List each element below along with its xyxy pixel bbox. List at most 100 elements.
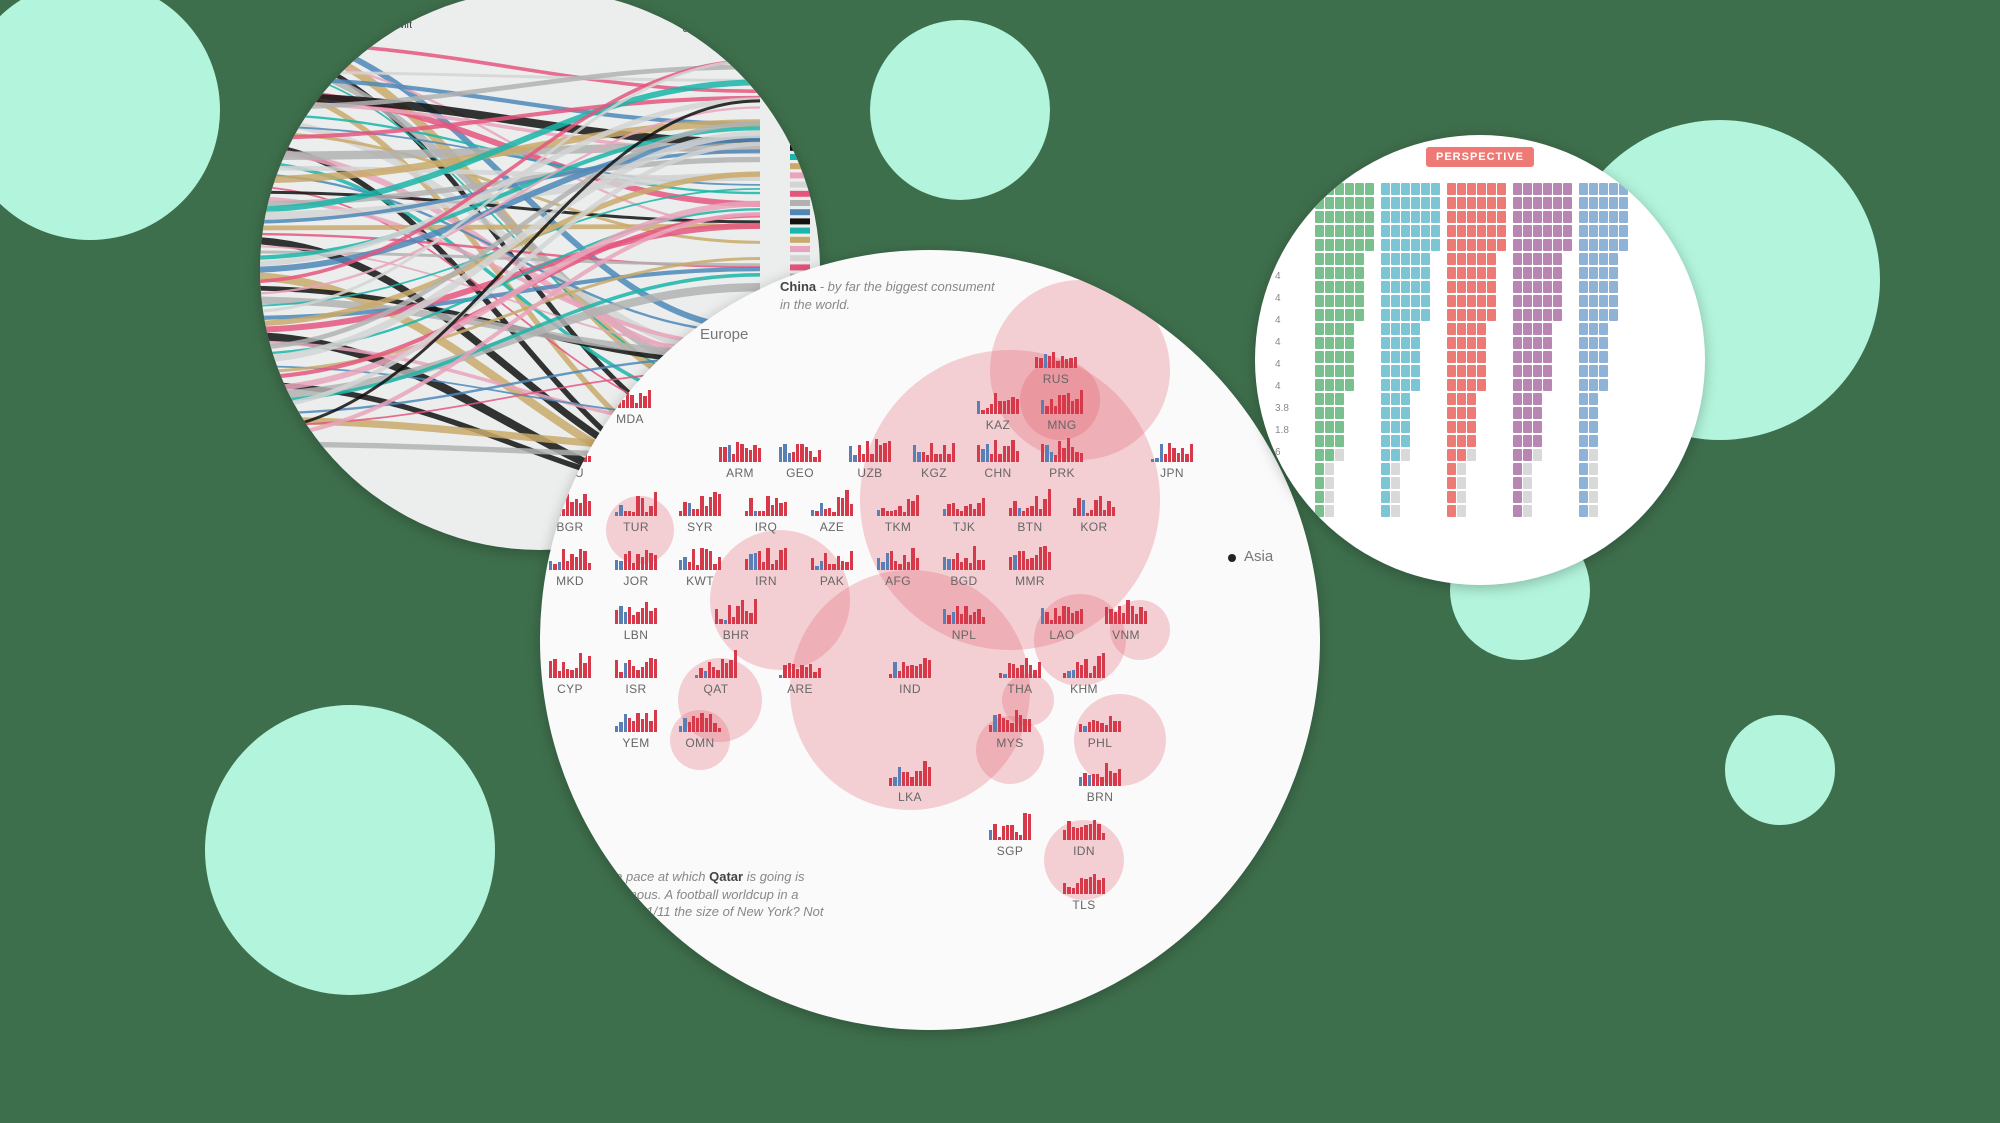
sankey-column-header: Song [774,42,804,56]
viz-bubble-map[interactable]: EuropeAsiaBLRRUSUKRMDAKAZMNGROUARMGEOUZB… [540,250,1320,1030]
country-code: AFG [868,574,928,588]
heatmap-axis-value: 3 [1275,205,1281,216]
country-cell-tjk[interactable]: TJK [934,498,994,534]
country-cell-mda[interactable]: MDA [600,390,660,426]
annotation-china: China - by far the biggest consument in … [780,278,1000,313]
sankey-word-1-label: baby [680,0,702,5]
heatmap-axis-value: 4 [1275,381,1281,392]
country-code: NPL [934,628,994,642]
heatmap-axis-value: 4 [1275,337,1281,348]
country-cell-mng[interactable]: MNG [1032,396,1092,432]
country-code: GEO [770,466,830,480]
country-code: UZB [840,466,900,480]
country-code: THA [990,682,1050,696]
mint-circle [0,0,220,240]
country-cell-yem[interactable]: YEM [606,714,666,750]
country-cell-lao[interactable]: LAO [1032,606,1092,642]
country-cell-aze[interactable]: AZE [802,498,862,534]
heatmap-axis-value: 4 [1275,271,1281,282]
country-cell-mkd[interactable]: MKD [540,552,600,588]
country-cell-jpn[interactable]: JPN [1142,444,1202,480]
country-code: LAO [1032,628,1092,642]
country-cell-bgr[interactable]: BGR [540,498,600,534]
country-code: TUR [606,520,666,534]
country-cell-tls[interactable]: TLS [1054,876,1114,912]
country-cell-phl[interactable]: PHL [1070,714,1130,750]
country-code: JOR [606,574,666,588]
sankey-caption-frag-2: try Taylor Swift [302,20,412,31]
country-cell-lbn[interactable]: LBN [606,606,666,642]
country-cell-prk[interactable]: PRK [1032,444,1092,480]
country-cell-isr[interactable]: ISR [606,660,666,696]
heatmap-axis-value: 1.8 [1275,425,1289,436]
country-cell-ind[interactable]: IND [880,660,940,696]
country-cell-tur[interactable]: TUR [606,498,666,534]
country-code: ARE [770,682,830,696]
country-cell-npl[interactable]: NPL [934,606,994,642]
country-cell-geo[interactable]: GEO [770,444,830,480]
country-cell-rou[interactable]: ROU [540,444,600,480]
country-cell-tha[interactable]: THA [990,660,1050,696]
viz-heatmap[interactable]: PERSPECTIVE 23424444443.81.86 [1255,135,1705,585]
annotation-qatar: The pace at which Qatar is going is enor… [600,868,830,938]
country-cell-irq[interactable]: IRQ [736,498,796,534]
country-code: KOR [1064,520,1124,534]
country-cell-kaz[interactable]: KAZ [968,396,1028,432]
country-cell-kor[interactable]: KOR [1064,498,1124,534]
country-code: MKD [540,574,600,588]
country-code: MDA [600,412,660,426]
country-cell-idn[interactable]: IDN [1054,822,1114,858]
country-code: MNG [1032,418,1092,432]
country-code: KHM [1054,682,1114,696]
country-cell-lka[interactable]: LKA [880,768,940,804]
country-cell-kgz[interactable]: KGZ [904,444,964,480]
country-cell-bhr[interactable]: BHR [706,606,766,642]
country-code: CHN [968,466,1028,480]
country-cell-tkm[interactable]: TKM [868,498,928,534]
country-code: BHR [706,628,766,642]
country-cell-blr[interactable]: BLR [540,336,600,372]
country-cell-mmr[interactable]: MMR [1000,552,1060,588]
mint-circle [1725,715,1835,825]
region-label-europe: Europe [700,326,748,343]
heatmap-axis-value: 4 [1275,293,1281,304]
country-cell-jor[interactable]: JOR [606,552,666,588]
country-code: TLS [1054,898,1114,912]
country-cell-pak[interactable]: PAK [802,552,862,588]
country-cell-qat[interactable]: QAT [686,660,746,696]
country-cell-arm[interactable]: ARM [710,444,770,480]
country-cell-kwt[interactable]: KWT [670,552,730,588]
country-cell-syr[interactable]: SYR [670,498,730,534]
country-cell-mys[interactable]: MYS [980,714,1040,750]
country-cell-chn[interactable]: CHN [968,444,1028,480]
heatmap-title: PERSPECTIVE [1426,147,1534,167]
country-cell-cyp[interactable]: CYP [540,660,600,696]
country-code: KWT [670,574,730,588]
heatmap-axis-value: 3.8 [1275,403,1289,414]
heatmap-axis-value: 4 [1275,315,1281,326]
country-cell-omn[interactable]: OMN [670,714,730,750]
country-code: KGZ [904,466,964,480]
country-code: KAZ [968,418,1028,432]
country-cell-vnm[interactable]: VNM [1096,606,1156,642]
country-cell-are[interactable]: ARE [770,660,830,696]
sankey-caption-frag-0: lyrics of [302,0,412,7]
country-cell-irn[interactable]: IRN [736,552,796,588]
country-code: PAK [802,574,862,588]
sankey-axis-tick-0: 0 [682,24,688,35]
country-cell-khm[interactable]: KHM [1054,660,1114,696]
country-cell-bgd[interactable]: BGD [934,552,994,588]
country-code: ROU [540,466,600,480]
country-cell-uzb[interactable]: UZB [840,444,900,480]
country-cell-afg[interactable]: AFG [868,552,928,588]
country-cell-brn[interactable]: BRN [1070,768,1130,804]
country-code: BTN [1000,520,1060,534]
country-cell-sgp[interactable]: SGP [980,822,1040,858]
region-dot-asia [1228,554,1236,562]
country-cell-rus[interactable]: RUS [1026,350,1086,386]
country-code: MMR [1000,574,1060,588]
country-cell-btn[interactable]: BTN [1000,498,1060,534]
country-cell-ukr[interactable]: UKR [540,390,600,426]
country-code: YEM [606,736,666,750]
country-code: TKM [868,520,928,534]
